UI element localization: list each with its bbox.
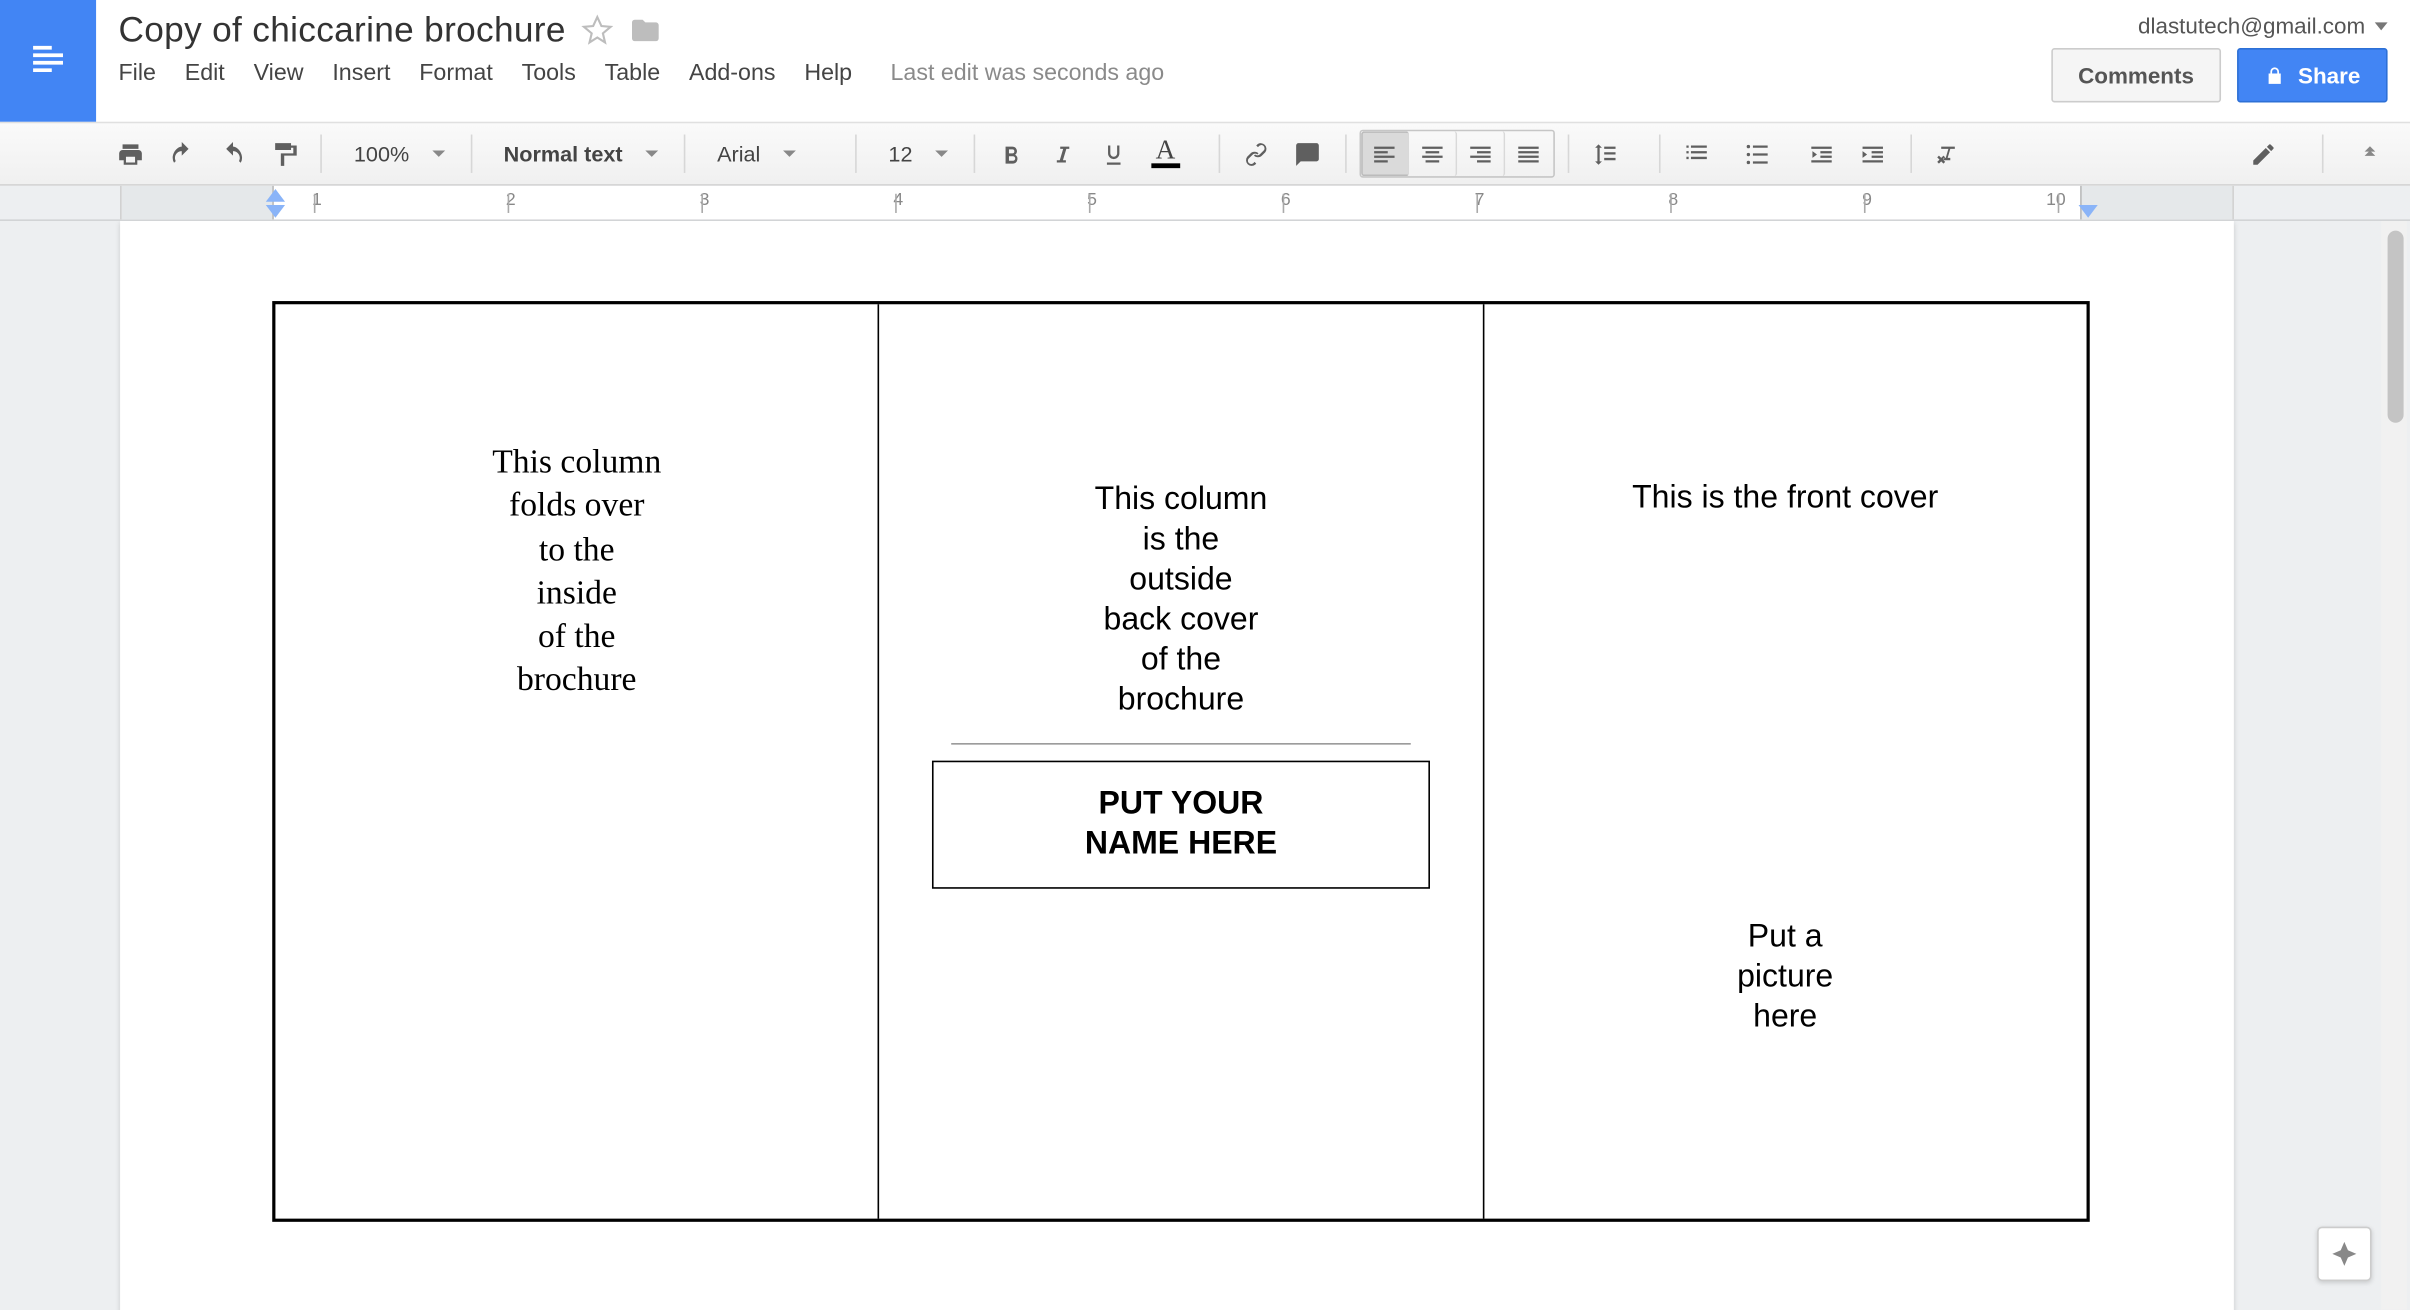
align-group	[1359, 130, 1554, 178]
menu-edit[interactable]: Edit	[185, 61, 225, 87]
menu-file[interactable]: File	[118, 61, 155, 87]
align-left-button[interactable]	[1361, 131, 1409, 176]
document-workspace[interactable]: This columnfolds overto theinsideof theb…	[0, 221, 2410, 1310]
bold-button[interactable]	[988, 131, 1036, 176]
increase-indent-button[interactable]	[1849, 131, 1897, 176]
col3-picture-text[interactable]: Put apicturehere	[1524, 918, 2047, 1038]
lock-icon	[2264, 65, 2285, 86]
paragraph-style-dropdown[interactable]: Normal text	[484, 131, 670, 176]
caret-down-icon	[645, 151, 658, 157]
italic-button[interactable]	[1039, 131, 1087, 176]
doc-title[interactable]: Copy of chiccarine brochure	[118, 10, 565, 52]
right-indent-marker[interactable]	[2079, 205, 2098, 218]
align-right-button[interactable]	[1457, 131, 1505, 176]
insert-link-button[interactable]	[1233, 131, 1281, 176]
brochure-col-1[interactable]: This columnfolds overto theinsideof theb…	[275, 304, 879, 1218]
page[interactable]: This columnfolds overto theinsideof theb…	[120, 221, 2234, 1310]
brochure-col-3[interactable]: This is the front cover Put apicturehere	[1484, 304, 2087, 1218]
underline-button[interactable]	[1090, 131, 1138, 176]
folder-icon[interactable]	[630, 14, 662, 46]
brochure-table: This columnfolds overto theinsideof theb…	[272, 301, 2090, 1222]
zoom-dropdown[interactable]: 100%	[335, 131, 458, 176]
caret-down-icon	[2375, 22, 2388, 30]
menu-bar: File Edit View Insert Format Tools Table…	[118, 61, 2028, 87]
account-email: dlastutech@gmail.com	[2138, 13, 2365, 39]
last-edit-label: Last edit was seconds ago	[891, 61, 1165, 87]
clear-formatting-button[interactable]	[1925, 131, 1973, 176]
menu-addons[interactable]: Add-ons	[689, 61, 775, 87]
account-switcher[interactable]: dlastutech@gmail.com	[2051, 13, 2388, 39]
star-icon[interactable]	[582, 14, 614, 46]
font-dropdown[interactable]: Arial	[698, 131, 842, 176]
collapse-toolbar-button[interactable]	[2346, 131, 2394, 176]
bulleted-list-button[interactable]	[1734, 131, 1782, 176]
caret-down-icon	[935, 151, 948, 157]
menu-view[interactable]: View	[254, 61, 304, 87]
comments-button[interactable]: Comments	[2051, 48, 2221, 102]
font-size-dropdown[interactable]: 12	[869, 131, 960, 176]
print-button[interactable]	[106, 131, 154, 176]
menu-table[interactable]: Table	[605, 61, 661, 87]
col1-text[interactable]: This columnfolds overto theinsideof theb…	[315, 440, 838, 702]
undo-button[interactable]	[157, 131, 205, 176]
numbered-list-button[interactable]	[1673, 131, 1721, 176]
paint-format-button[interactable]	[259, 131, 307, 176]
name-placeholder-box[interactable]: PUT YOURNAME HERE	[932, 761, 1429, 889]
col3-title-text[interactable]: This is the front cover	[1524, 480, 2047, 517]
menu-tools[interactable]: Tools	[522, 61, 576, 87]
explore-icon	[2330, 1239, 2359, 1268]
menu-format[interactable]: Format	[419, 61, 493, 87]
redo-button[interactable]	[208, 131, 256, 176]
caret-down-icon	[432, 151, 445, 157]
divider	[952, 743, 1411, 745]
decrease-indent-button[interactable]	[1798, 131, 1846, 176]
docs-logo[interactable]	[0, 0, 96, 122]
text-color-button[interactable]: A	[1141, 131, 1189, 176]
align-center-button[interactable]	[1409, 131, 1457, 176]
align-justify-button[interactable]	[1505, 131, 1553, 176]
menu-insert[interactable]: Insert	[332, 61, 390, 87]
explore-button[interactable]	[2317, 1227, 2371, 1281]
caret-down-icon	[783, 151, 796, 157]
share-button[interactable]: Share	[2237, 48, 2387, 102]
toolbar: 100% Normal text Arial 12 A	[0, 122, 2410, 186]
app-header: Copy of chiccarine brochure File Edit Vi…	[0, 0, 2410, 122]
scrollbar-thumb[interactable]	[2388, 231, 2404, 423]
col2-text[interactable]: This columnis theoutsideback coverof the…	[920, 480, 1443, 720]
vertical-scrollbar[interactable]	[2381, 221, 2407, 1310]
menu-help[interactable]: Help	[804, 61, 852, 87]
editing-mode-button[interactable]	[2239, 131, 2287, 176]
line-spacing-button[interactable]	[1582, 131, 1630, 176]
brochure-col-2[interactable]: This columnis theoutsideback coverof the…	[880, 304, 1484, 1218]
horizontal-ruler[interactable]: 1 2 3 4 5 6 7 8 9 10	[0, 186, 2410, 221]
insert-comment-button[interactable]	[1284, 131, 1332, 176]
